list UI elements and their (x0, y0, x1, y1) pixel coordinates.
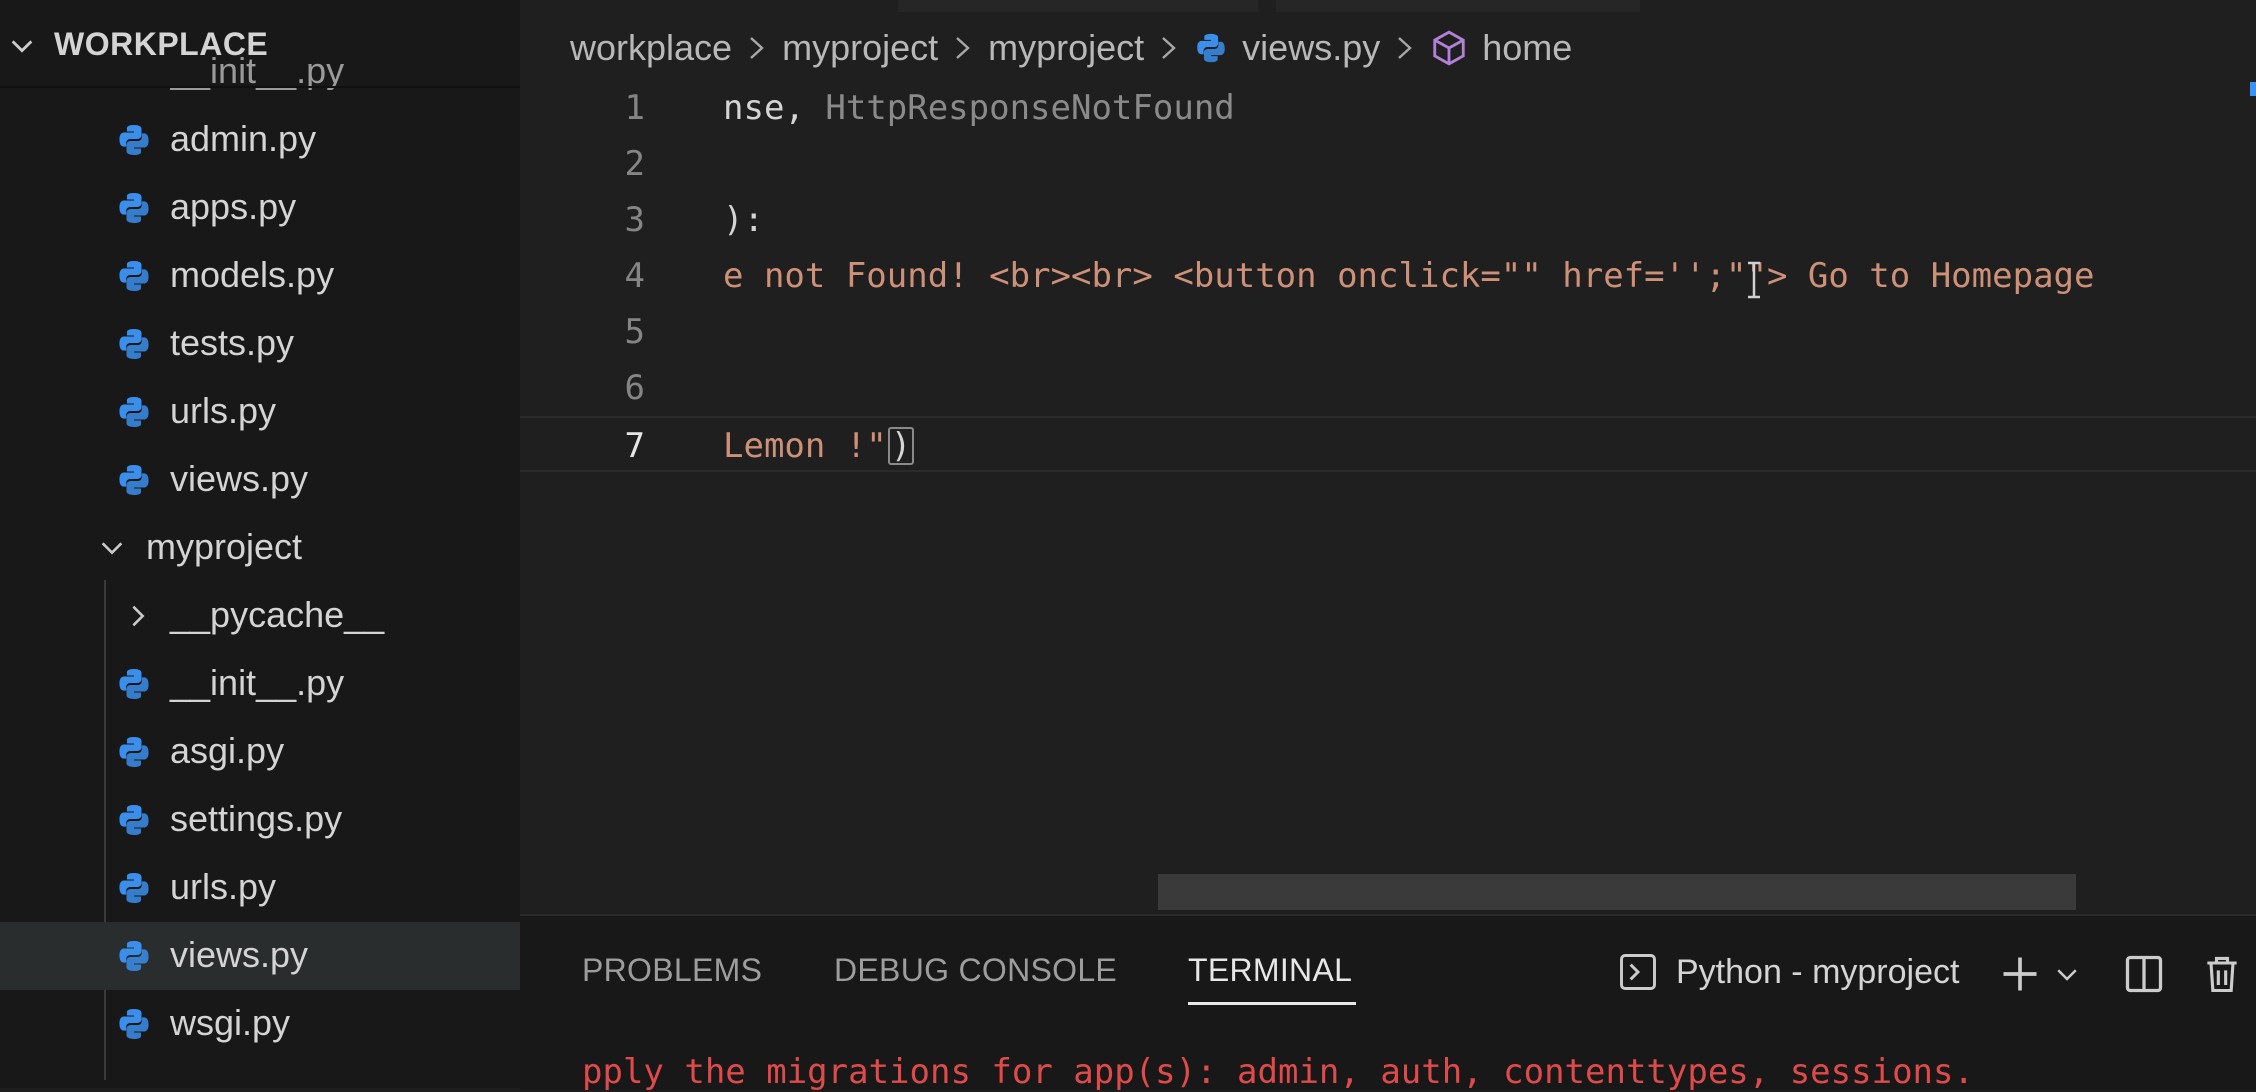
code-line[interactable]: 1 nse, HttpResponseNotFound (520, 80, 2256, 136)
python-file-icon (119, 1009, 149, 1039)
python-file-icon (119, 805, 149, 835)
tree-item-label: views.py (170, 458, 309, 499)
tab-problems[interactable]: PROBLEMS (582, 952, 762, 989)
terminal-selector[interactable]: Python - myproject (1616, 950, 1959, 994)
split-terminal-icon[interactable] (2122, 952, 2166, 996)
terminal-output-line[interactable]: pply the migrations for app(s): admin, a… (582, 1052, 1974, 1092)
code-text: nse, HttpResponseNotFound (723, 88, 1235, 128)
code-line[interactable]: 2 (520, 136, 2256, 192)
tree-item-label: urls.py (170, 866, 277, 907)
code-text: e not Found! <br><br> <button onclick=""… (723, 256, 2095, 296)
tree-item-label: views.py (170, 934, 309, 975)
chevron-right-icon (746, 33, 768, 63)
code-editor[interactable]: workplace myproject myproject views.py h… (520, 0, 2256, 916)
tree-folder-myproject[interactable]: myproject (0, 514, 520, 582)
tree-item-asgi-py[interactable]: asgi.py (0, 718, 520, 786)
breadcrumb: workplace myproject myproject views.py h… (570, 22, 1572, 74)
bracket-match: ) (887, 427, 915, 465)
tree-folder-pycache[interactable]: __pycache__ (0, 582, 520, 650)
python-file-icon (119, 397, 149, 427)
chevron-right-icon (1394, 33, 1416, 63)
python-file-icon (119, 873, 149, 903)
tree-item-label: models.py (170, 254, 335, 295)
editor-tab-strip (1276, 0, 1640, 12)
terminal-name: Python - myproject (1676, 952, 1960, 991)
terminal-icon (1620, 954, 1656, 990)
tree-item-label: tests.py (170, 322, 295, 363)
breadcrumb-item[interactable]: myproject (988, 27, 1144, 69)
workspace-title: WORKPLACE (54, 26, 269, 62)
tab-debug-console[interactable]: DEBUG CONSOLE (834, 952, 1117, 989)
tree-item-models-py[interactable]: models.py (0, 242, 520, 310)
tree-item-apps-py[interactable]: apps.py (0, 174, 520, 242)
horizontal-scrollbar[interactable] (1158, 874, 2076, 910)
line-number: 1 (624, 88, 645, 128)
python-file-icon (119, 465, 149, 495)
code-line[interactable]: 6 (520, 360, 2256, 416)
chevron-down-icon (101, 542, 123, 555)
tree-folder-label: __pycache__ (170, 594, 385, 635)
tree-item-views-py[interactable]: views.py (0, 446, 520, 514)
editor-tab-strip (898, 0, 1258, 12)
bottom-panel: PROBLEMS DEBUG CONSOLE TERMINAL Python -… (520, 914, 2256, 1092)
breadcrumb-item[interactable]: myproject (782, 27, 938, 69)
tree-item-label: asgi.py (170, 730, 285, 771)
tree-item-label: __init__.py (170, 662, 345, 703)
code-line[interactable]: 3 ): (520, 192, 2256, 248)
tab-terminal[interactable]: TERMINAL (1188, 952, 1352, 989)
tree-item-admin-py[interactable]: admin.py (0, 106, 520, 174)
code-line-active[interactable]: 7 Lemon !") (520, 416, 2256, 472)
explorer-header[interactable]: WORKPLACE (0, 0, 520, 88)
python-file-icon (119, 329, 149, 359)
breadcrumb-item[interactable]: views.py (1242, 27, 1380, 69)
line-number: 2 (624, 144, 645, 184)
tree-item-label: settings.py (170, 798, 343, 839)
code-text: ): (723, 200, 764, 240)
tree-item-urls-py[interactable]: urls.py (0, 854, 520, 922)
line-number: 7 (624, 426, 645, 466)
tree-item-tests-py[interactable]: tests.py (0, 310, 520, 378)
tree-folder-label: myproject (146, 526, 303, 567)
chevron-down-icon[interactable] (2052, 952, 2082, 996)
python-file-icon (119, 737, 149, 767)
tree-item-label: apps.py (170, 186, 297, 227)
explorer-sidebar: __init__.py WORKPLACE admin.py apps.py m… (0, 0, 520, 1088)
tree-item-label: admin.py (170, 118, 317, 159)
chevron-down-icon[interactable] (8, 32, 36, 60)
symbol-method-icon (1430, 29, 1468, 67)
chevron-right-icon (952, 33, 974, 63)
code-line[interactable]: 4 e not Found! <br><br> <button onclick=… (520, 248, 2256, 304)
breadcrumb-item[interactable]: workplace (570, 27, 732, 69)
breadcrumb-item[interactable]: home (1482, 27, 1572, 69)
python-file-icon (119, 193, 149, 223)
tree-item-init-py[interactable]: __init__.py (0, 650, 520, 718)
plus-icon[interactable] (1998, 952, 2042, 996)
line-number: 3 (624, 200, 645, 240)
python-file-icon (1194, 31, 1228, 65)
python-file-icon (119, 941, 149, 971)
python-file-icon (119, 125, 149, 155)
chevron-right-icon (132, 605, 145, 627)
code-text: Lemon !") (723, 426, 915, 466)
python-file-icon (119, 261, 149, 291)
text-cursor-icon (1748, 261, 1760, 299)
tree-item-urls-py[interactable]: urls.py (0, 378, 520, 446)
trash-icon[interactable] (2200, 952, 2244, 996)
tree-item-label: wsgi.py (170, 1002, 291, 1043)
line-number: 6 (624, 368, 645, 408)
python-file-icon (119, 669, 149, 699)
tree-item-views-py-selected[interactable]: views.py (0, 922, 520, 990)
code-line[interactable]: 5 (520, 304, 2256, 360)
tree-item-settings-py[interactable]: settings.py (0, 786, 520, 854)
active-tab-indicator (1188, 1002, 1356, 1005)
chevron-right-icon (1158, 33, 1180, 63)
tree-item-label: urls.py (170, 390, 277, 431)
line-number: 4 (624, 256, 645, 296)
tree-item-wsgi-py[interactable]: wsgi.py (0, 990, 520, 1058)
line-number: 5 (624, 312, 645, 352)
